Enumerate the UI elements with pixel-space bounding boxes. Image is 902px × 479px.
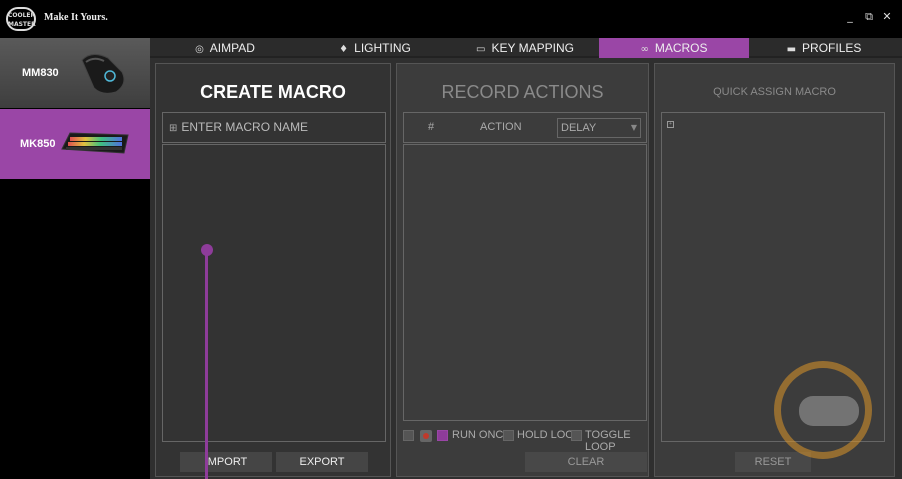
add-icon[interactable]: +: [667, 121, 674, 128]
chevron-down-icon: ▼: [630, 123, 637, 132]
profile-icon: ▬: [786, 44, 797, 55]
macro-name-input[interactable]: ⊞ ENTER MACRO NAME: [162, 112, 386, 143]
close-button[interactable]: ✕: [880, 10, 894, 23]
keyboard-key-icon: ▭: [476, 44, 486, 55]
add-icon: ⊞: [169, 123, 178, 134]
toggle-loop-radio[interactable]: [571, 430, 582, 441]
run-once-radio[interactable]: [437, 430, 448, 441]
app-tagline: Make It Yours.: [44, 12, 108, 23]
maximize-button[interactable]: ⧉: [862, 10, 876, 24]
tab-profiles[interactable]: ▬ PROFILES: [749, 38, 899, 58]
toggle-loop-label: TOGGLE LOOP: [585, 429, 631, 453]
create-macro-panel: CREATE MACRO ⊞ ENTER MACRO NAME IMPORT EX…: [155, 63, 391, 477]
tab-key-mapping[interactable]: ▭ KEY MAPPING: [450, 38, 600, 58]
create-macro-title: CREATE MACRO: [200, 82, 346, 102]
export-button[interactable]: EXPORT: [276, 452, 368, 472]
clear-button[interactable]: CLEAR: [525, 452, 647, 472]
drag-handle[interactable]: [201, 244, 213, 256]
device-item-mm830[interactable]: MM830: [0, 38, 150, 108]
device-label: MK850: [20, 138, 56, 150]
mouse-icon: [81, 54, 125, 94]
keyboard-icon: [61, 132, 129, 154]
hold-loop-radio[interactable]: [503, 430, 514, 441]
bulb-icon: ♦: [339, 44, 349, 55]
watermark-emblem: [799, 396, 859, 426]
tab-macros[interactable]: ∞ MACROS: [599, 38, 749, 58]
reset-button[interactable]: RESET: [735, 452, 811, 472]
record-actions-panel: RECORD ACTIONS # ACTION DELAY ▼ RUN ONCE…: [396, 63, 649, 477]
device-sidebar: MM830 MK850: [0, 38, 150, 479]
stop-record-button[interactable]: [403, 430, 414, 441]
device-item-mk850[interactable]: MK850: [0, 109, 150, 179]
drag-line: [205, 250, 208, 479]
device-label: MM830: [22, 67, 59, 79]
column-number: #: [428, 121, 435, 133]
actions-list[interactable]: [403, 144, 647, 421]
top-tab-bar: ◎ AIMPAD ♦ LIGHTING ▭ KEY MAPPING ∞ MACROS ▬…: [150, 38, 902, 58]
aimpad-icon: ◎: [195, 44, 204, 55]
macro-icon: ∞: [640, 44, 649, 55]
quick-assign-title: QUICK ASSIGN MACRO: [713, 86, 836, 98]
run-once-label: RUN ONCE: [452, 429, 511, 441]
loop-options: RUN ONCE HOLD LOOP TOGGLE LOOP: [403, 429, 647, 453]
macro-list[interactable]: [162, 144, 386, 442]
cooler-master-logo: COOLER MASTER: [6, 7, 36, 31]
delay-dropdown[interactable]: DELAY ▼: [557, 118, 641, 138]
tab-lighting[interactable]: ♦ LIGHTING: [300, 38, 450, 58]
actions-table-header: # ACTION DELAY ▼: [403, 112, 647, 143]
title-bar: COOLER MASTER Make It Yours. _ ⧉ ✕: [0, 0, 902, 38]
tab-aimpad[interactable]: ◎ AIMPAD: [150, 38, 300, 58]
watermark-logo: [774, 361, 872, 459]
record-button[interactable]: [420, 430, 432, 442]
import-button[interactable]: IMPORT: [180, 452, 272, 472]
column-action: ACTION: [480, 121, 522, 133]
record-actions-title: RECORD ACTIONS: [441, 82, 604, 102]
minimize-button[interactable]: _: [843, 10, 857, 23]
